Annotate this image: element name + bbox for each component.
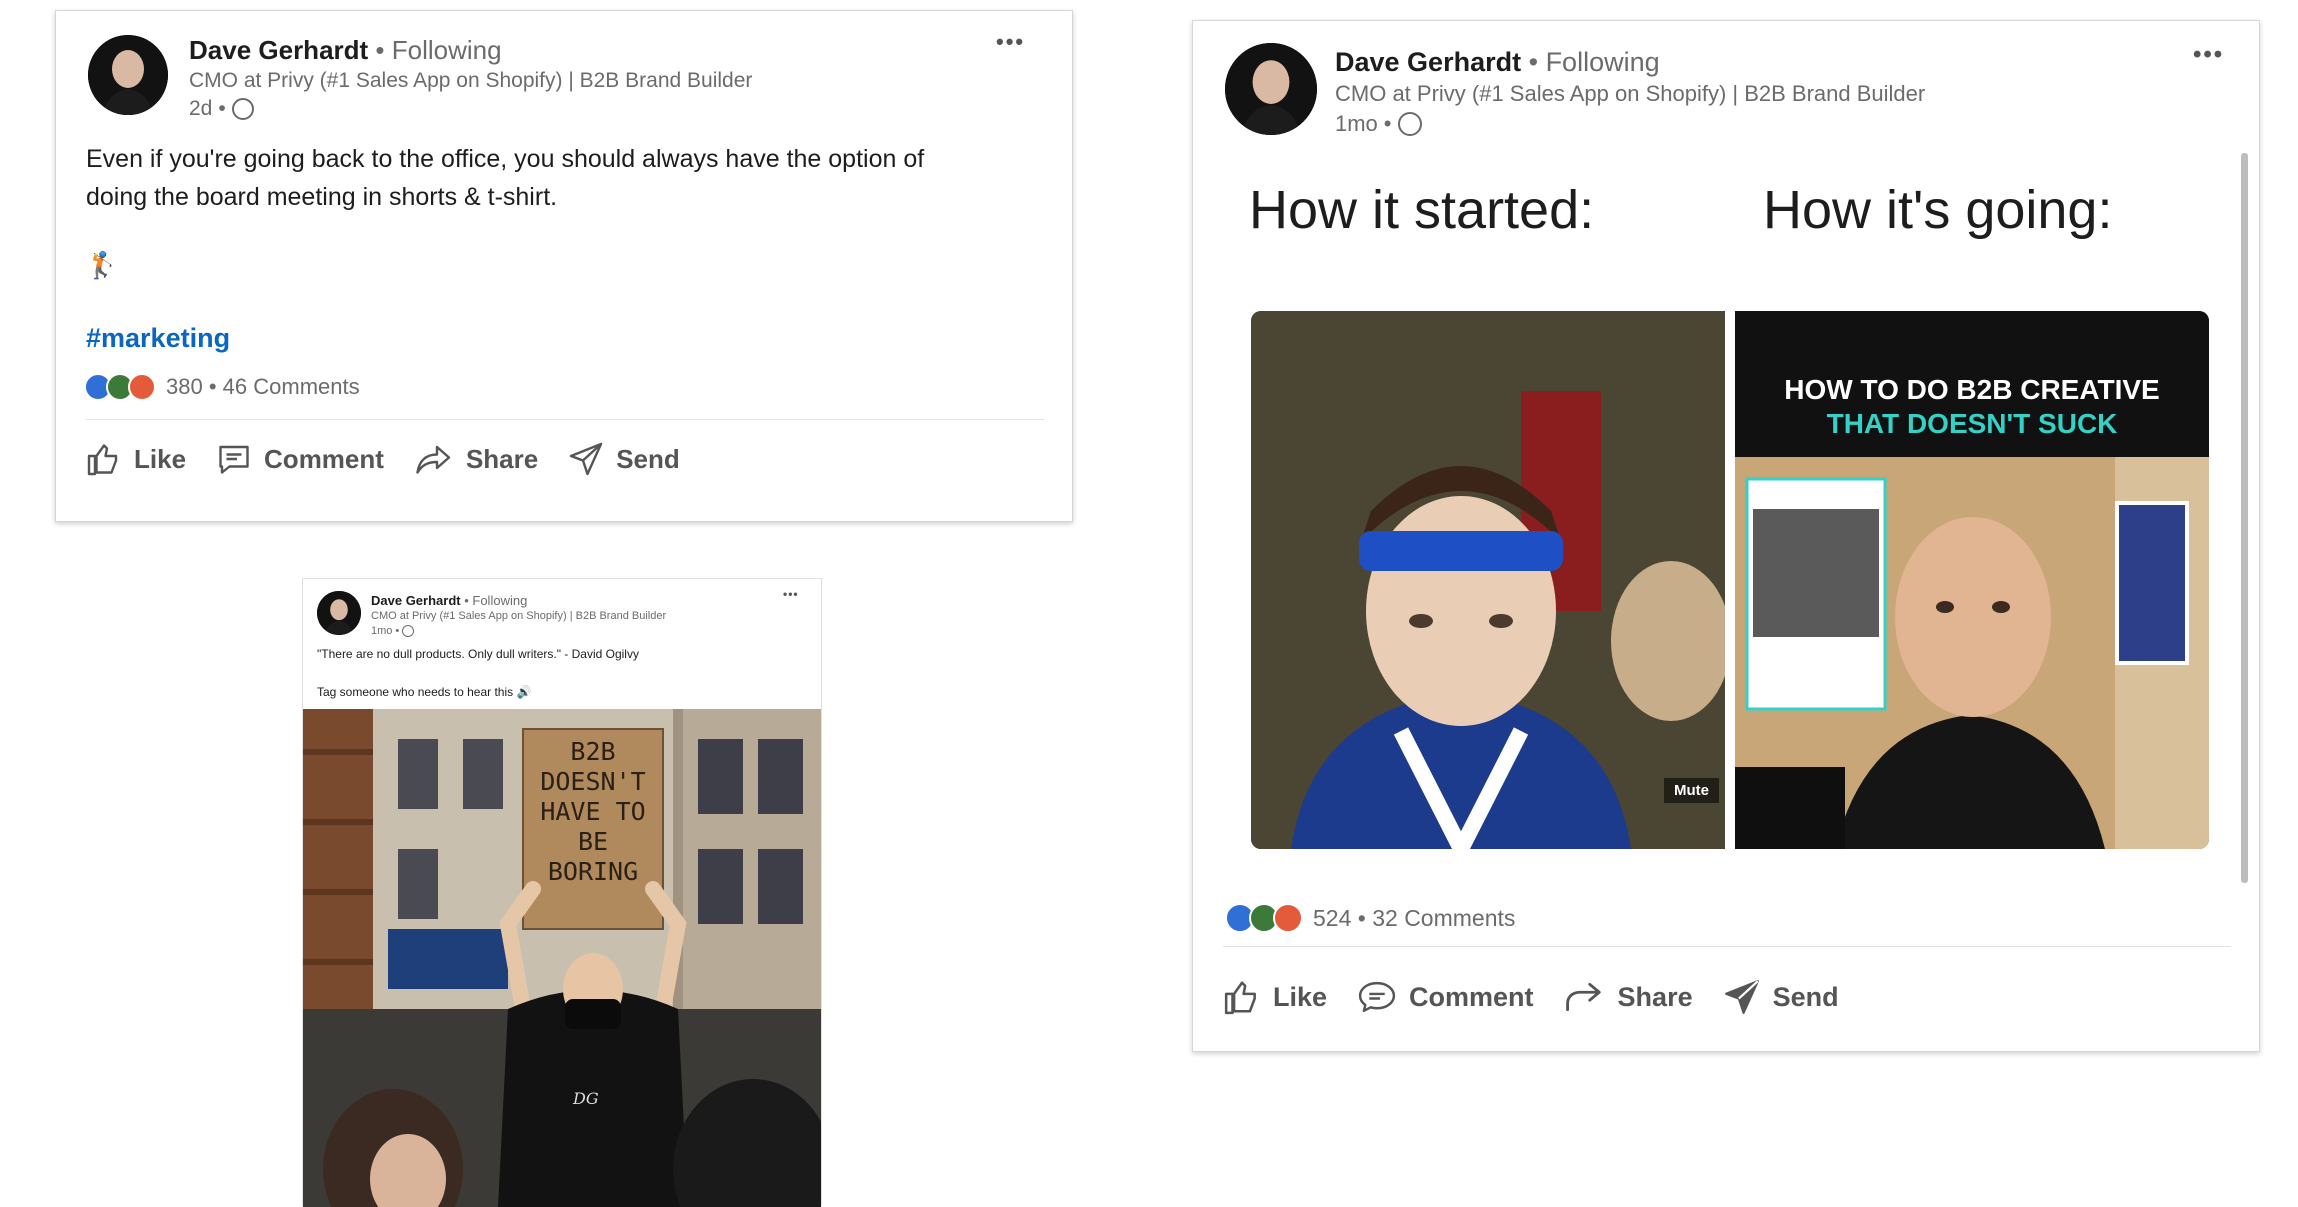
share-button[interactable]: Share (414, 441, 538, 477)
more-options-icon[interactable]: ••• (783, 587, 799, 601)
author-headline: CMO at Privy (#1 Sales App on Shopify) |… (189, 69, 753, 92)
post-text-line: Tag someone who needs to hear this 🔊 (317, 685, 532, 699)
love-reaction-icon (1273, 903, 1303, 933)
separator-dot: • (395, 625, 400, 637)
author-name[interactable]: Dave Gerhardt (371, 593, 461, 608)
following-status: Following (472, 593, 528, 608)
post-card-3: Dave Gerhardt • Following CMO at Privy (… (1192, 20, 2260, 1052)
meme-left-image[interactable]: Mute (1251, 311, 1725, 849)
reactions-summary[interactable]: 524 • 32 Comments (1225, 903, 1515, 933)
post-meta: 1mo • (1335, 111, 1422, 137)
send-label: Send (1772, 981, 1839, 1012)
separator-dot: • (1528, 47, 1546, 77)
more-options-icon[interactable]: ••• (2193, 41, 2224, 69)
video-title-banner: HOW TO DO B2B CREATIVE THAT DOESN'T SUCK (1735, 311, 2209, 457)
reactions-summary[interactable]: 380 • 46 Comments (84, 373, 360, 401)
separator-dot: • (218, 97, 226, 120)
globe-icon (1397, 112, 1422, 136)
hashtag-link[interactable]: #marketing (86, 323, 230, 354)
comments-count[interactable]: 46 Comments (223, 374, 360, 400)
like-button[interactable]: Like (86, 441, 186, 477)
thumbs-up-icon (1224, 981, 1256, 1015)
comment-icon (1358, 981, 1396, 1013)
author-headline: CMO at Privy (#1 Sales App on Shopify) |… (371, 610, 667, 622)
share-icon (1565, 982, 1601, 1012)
post-photo[interactable]: B2B DOESN'T HAVE TO BE BORING DG (303, 709, 821, 1207)
author-line: Dave Gerhardt • Following (1335, 47, 1660, 78)
avatar[interactable] (317, 591, 361, 635)
meme-right-image[interactable]: HOW TO DO B2B CREATIVE THAT DOESN'T SUCK (1735, 311, 2209, 849)
video-title-line: THAT DOESN'T SUCK (1826, 407, 2118, 439)
post-meta: 2d • (189, 97, 254, 121)
thumbs-up-icon (87, 444, 118, 476)
post-meta: 1mo • (371, 625, 415, 637)
globe-icon (231, 98, 254, 120)
love-reaction-icon (128, 373, 156, 401)
avatar[interactable] (1225, 43, 1317, 135)
post-time: 1mo (1335, 111, 1378, 136)
post-text-line: Even if you're going back to the office,… (86, 145, 925, 173)
following-status: Following (1545, 47, 1660, 77)
globe-icon (402, 625, 415, 637)
protest-sign-text: B2B DOESN'T HAVE TO BE BORING (525, 737, 661, 887)
post-card-2: Dave Gerhardt • Following CMO at Privy (… (302, 578, 822, 1207)
send-button[interactable]: Send (1723, 978, 1839, 1016)
divider (1223, 946, 2231, 947)
basketball-player-image (1251, 311, 1725, 849)
reaction-count: 380 (166, 374, 203, 399)
like-button[interactable]: Like (1223, 978, 1327, 1016)
send-icon (570, 442, 603, 476)
sign-line: BE (577, 827, 609, 856)
mute-label[interactable]: Mute (1664, 778, 1719, 803)
share-icon (416, 445, 451, 474)
video-title-line: HOW TO DO B2B CREATIVE (1784, 374, 2160, 405)
send-icon (1724, 980, 1759, 1014)
post-time: 1mo (371, 625, 393, 637)
share-label: Share (1617, 981, 1693, 1012)
author-line: Dave Gerhardt • Following (189, 35, 502, 66)
following-status: Following (391, 35, 502, 65)
sign-line: BORING (547, 857, 639, 886)
send-button[interactable]: Send (568, 441, 680, 477)
scrollbar[interactable] (2241, 153, 2248, 883)
post-text-line: doing the board meeting in shorts & t-sh… (86, 182, 558, 211)
author-line: Dave Gerhardt • Following (371, 593, 527, 608)
author-headline: CMO at Privy (#1 Sales App on Shopify) |… (1335, 81, 1926, 106)
post-time: 2d (189, 97, 213, 120)
reaction-count: 524 (1313, 904, 1352, 931)
separator-dot: • (1351, 904, 1373, 931)
meme-right-title: How it's going: (1763, 180, 2113, 240)
sign-line: B2B (570, 737, 616, 766)
divider (86, 419, 1044, 420)
comment-button[interactable]: Comment (1357, 978, 1534, 1016)
share-label: Share (465, 443, 539, 474)
avatar[interactable] (88, 35, 168, 115)
post-text-line: "There are no dull products. Only dull w… (317, 647, 639, 661)
comment-label: Comment (264, 443, 384, 474)
sign-line: DOESN'T (540, 767, 646, 796)
author-name[interactable]: Dave Gerhardt (1335, 47, 1521, 77)
post-text: Even if you're going back to the office,… (86, 141, 924, 216)
comment-label: Comment (1409, 981, 1534, 1012)
separator-dot: • (1383, 111, 1392, 136)
shirt-logo: DG (573, 1089, 599, 1108)
separator-dot: • (375, 35, 392, 65)
meme-left-title: How it started: (1249, 180, 1595, 240)
speaker-video-frame (1735, 457, 2209, 849)
sign-line: HAVE TO (540, 797, 646, 826)
comment-button[interactable]: Comment (216, 441, 384, 477)
send-label: Send (616, 443, 680, 474)
comments-count[interactable]: 32 Comments (1372, 905, 1515, 932)
golfer-emoji: 🏌 (86, 250, 119, 280)
action-bar: Like Comment Share Send (86, 441, 680, 477)
more-options-icon[interactable]: ••• (996, 29, 1025, 55)
post-card-1: Dave Gerhardt • Following CMO at Privy (… (55, 10, 1073, 522)
share-button[interactable]: Share (1564, 978, 1693, 1016)
like-label: Like (134, 443, 187, 474)
action-bar: Like Comment Share Send (1223, 978, 1839, 1016)
separator-dot: • (202, 374, 223, 399)
like-label: Like (1273, 981, 1328, 1012)
comment-icon (219, 445, 249, 474)
author-name[interactable]: Dave Gerhardt (189, 35, 368, 65)
